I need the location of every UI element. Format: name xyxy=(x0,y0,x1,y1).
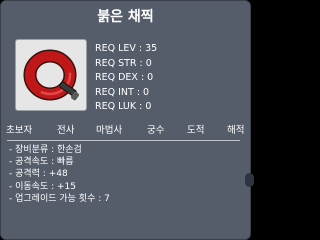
divider xyxy=(7,140,240,141)
stat-attack-speed: - 공격속도 : 빠름 xyxy=(9,157,74,168)
red-whip-icon xyxy=(23,49,79,101)
item-name: 붉은 채찍 xyxy=(97,9,154,25)
stat-attack: - 공격력 : +48 xyxy=(9,169,68,180)
item-icon-frame xyxy=(15,39,87,111)
stat-upgrades: - 업그레이드 가능 횟수 : 7 xyxy=(9,193,110,204)
requirements-list: REQ LEV : 35 REQ STR : 0 REQ DEX : 0 REQ… xyxy=(95,42,157,115)
class-magician: 마법사 xyxy=(96,125,123,136)
class-thief: 도적 xyxy=(187,125,205,136)
req-luk: REQ LUK : 0 xyxy=(95,101,152,112)
req-str: REQ STR : 0 xyxy=(95,57,152,69)
class-warrior: 전사 xyxy=(57,125,75,136)
req-int: REQ INT : 0 xyxy=(95,86,150,98)
class-list: 초보자 전사 마법사 궁수 도적 해적 xyxy=(1,122,252,136)
stat-move-speed: - 이동속도 : +15 xyxy=(9,181,76,192)
item-tooltip: 붉은 채찍 REQ LEV : 35 REQ STR : 0 REQ DEX :… xyxy=(0,0,254,240)
stats-list: - 장비분류 : 한손검 - 공격속도 : 빠름 - 공격력 : +48 - 이… xyxy=(9,144,110,205)
scroll-handle[interactable] xyxy=(245,173,254,187)
stat-equip-type: - 장비분류 : 한손검 xyxy=(9,145,82,155)
class-pirate: 해적 xyxy=(227,125,245,136)
class-bowman: 궁수 xyxy=(147,125,165,136)
req-level: REQ LEV : 35 xyxy=(95,43,158,54)
req-dex: REQ DEX : 0 xyxy=(95,72,154,83)
class-beginner: 초보자 xyxy=(6,125,33,136)
